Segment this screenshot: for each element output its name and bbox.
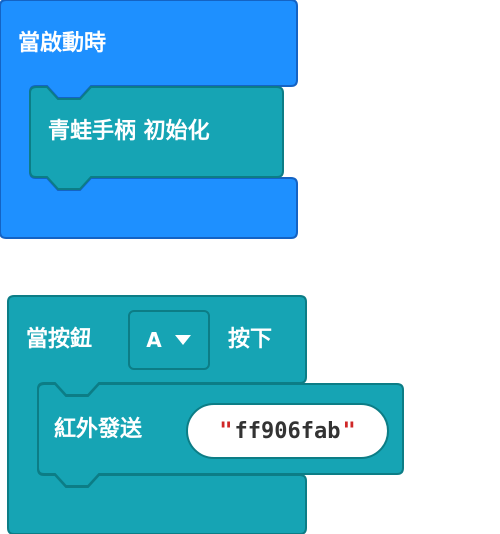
on-button-label-prefix: 當按鈕 [26,327,93,352]
triangle-down-icon [174,335,191,345]
frog-init-label: 青蛙手柄 初始化 [48,119,210,144]
button-select-dropdown[interactable]: A [128,310,210,370]
on-button-label-suffix: 按下 [228,327,273,352]
button-select-value: A [146,328,162,352]
workspace-canvas[interactable]: 當啟動時 青蛙手柄 初始化 當按鈕 A 按下 紅外發送 " ff906fab " [0,0,500,534]
on-start-label: 當啟動時 [18,31,107,56]
open-quote: " [219,418,233,444]
ir-send-label: 紅外發送 [54,417,143,442]
ir-code-value: ff906fab [234,418,341,444]
close-quote: " [342,418,356,444]
ir-code-string-input[interactable]: " ff906fab " [186,403,389,459]
